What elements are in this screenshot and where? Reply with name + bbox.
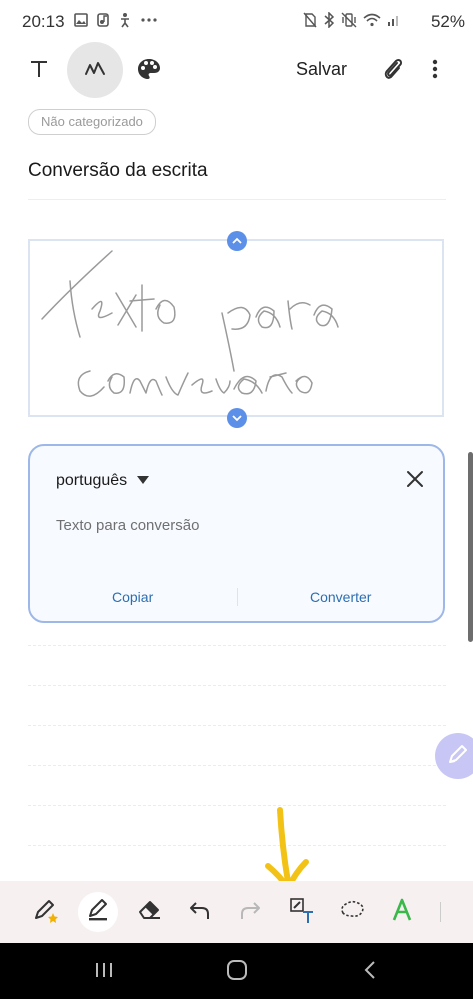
recents-icon [94, 961, 114, 984]
note-title[interactable]: Conversão da escrita [28, 160, 208, 182]
close-button[interactable] [404, 470, 426, 492]
text-mode-icon [29, 59, 49, 84]
more-options-button[interactable] [422, 54, 448, 88]
pen-toolbar [0, 881, 473, 943]
handwriting-selection[interactable] [28, 239, 444, 417]
dropdown-triangle-icon [137, 472, 150, 490]
lasso-button[interactable] [332, 892, 372, 932]
handwriting-to-text-icon [288, 896, 316, 929]
eraser-icon [138, 899, 162, 926]
chevron-up-icon [232, 232, 242, 250]
more-dots-icon [140, 17, 158, 23]
system-navbar [0, 943, 473, 999]
music-note-icon [96, 12, 110, 28]
note-line [28, 805, 446, 806]
chevron-down-icon [232, 409, 242, 427]
close-icon [406, 470, 424, 493]
undo-button[interactable] [180, 892, 220, 932]
category-chip[interactable]: Não categorizado [28, 109, 156, 135]
edge-panel-handle[interactable] [468, 452, 473, 642]
redo-button[interactable] [230, 892, 270, 932]
toolbar-divider [440, 902, 441, 922]
selection-handle-bottom[interactable] [227, 408, 247, 428]
palette-icon [137, 58, 161, 85]
pen-tool-button[interactable] [78, 892, 118, 932]
note-toolbar: Salvar [0, 42, 473, 100]
note-line [28, 725, 446, 726]
back-icon [363, 960, 377, 985]
text-style-button[interactable] [382, 892, 422, 932]
converted-text: Texto para conversão [56, 517, 200, 534]
text-mode-button[interactable] [20, 52, 58, 90]
note-line [28, 685, 446, 686]
image-icon [74, 13, 88, 27]
no-sim-icon [303, 12, 317, 28]
undo-icon [188, 899, 212, 926]
conversion-panel: português Texto para conversão Copiar Co… [28, 444, 445, 623]
signal-icon [387, 13, 401, 27]
attach-button[interactable] [376, 54, 410, 88]
eraser-button[interactable] [130, 892, 170, 932]
wifi-icon [363, 13, 381, 27]
lasso-icon [338, 899, 366, 926]
title-divider [28, 199, 446, 200]
pen-mode-icon [84, 58, 106, 83]
vibrate-icon [341, 12, 357, 28]
action-divider [237, 588, 238, 606]
home-icon [226, 959, 248, 986]
favorite-pen-button[interactable] [26, 892, 66, 932]
accessibility-icon [118, 12, 132, 28]
save-button[interactable]: Salvar [296, 59, 347, 80]
status-time: 20:13 [22, 12, 65, 31]
pen-edit-icon [447, 743, 469, 770]
copy-button[interactable]: Copiar [112, 589, 153, 605]
battery-level: 52% [430, 12, 465, 31]
selection-handle-top[interactable] [227, 231, 247, 251]
home-button[interactable] [217, 957, 257, 987]
note-line [28, 765, 446, 766]
highlighter-pen-icon [86, 898, 110, 927]
note-line [28, 845, 446, 846]
palette-button[interactable] [130, 52, 168, 90]
convert-button[interactable]: Converter [310, 589, 371, 605]
floating-pen-button[interactable] [435, 733, 473, 779]
language-dropdown[interactable]: português [56, 472, 150, 490]
recents-button[interactable] [84, 957, 124, 987]
handwriting-to-text-button[interactable] [282, 892, 322, 932]
status-bar: 20:13 52% [0, 0, 473, 42]
handwriting-strokes [41, 250, 339, 397]
bluetooth-icon [323, 12, 335, 28]
back-button[interactable] [350, 957, 390, 987]
language-label: português [56, 472, 128, 489]
pen-mode-button[interactable] [67, 42, 123, 98]
redo-icon [238, 899, 262, 926]
more-vert-icon [432, 59, 438, 84]
attach-icon [382, 57, 404, 86]
pen-favorite-icon [32, 896, 60, 929]
note-line [28, 645, 446, 646]
text-style-icon [391, 898, 413, 927]
